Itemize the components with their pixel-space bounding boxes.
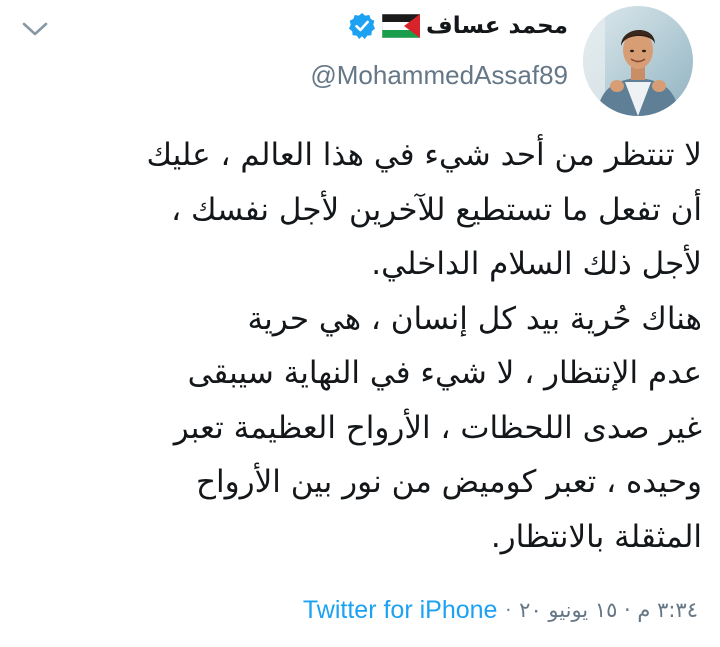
tweet-text-line: عدم الإنتظار ، لا شيء في النهاية سيبقى bbox=[187, 355, 702, 391]
tweet-text-line: هناك حُرية بيد كل إنسان ، هي حرية bbox=[247, 300, 703, 337]
tweet-text: لا تنتظر من أحد شيء في هذا العالم ، عليك… bbox=[12, 128, 702, 564]
verified-badge-icon bbox=[348, 12, 376, 40]
tweet-meta: ٣:٣٤ م · ١٥ يونيو ٢٠ · Twitter for iPhon… bbox=[303, 593, 698, 627]
tweet-text-line: لا تنتظر من أحد شيء في هذا العالم ، عليك bbox=[146, 137, 702, 173]
tweet-source-link[interactable]: Twitter for iPhone bbox=[303, 596, 498, 625]
tweet-text-line: أن تفعل ما تستطيع للآخرين لأجل نفسك ، bbox=[171, 191, 702, 228]
palestine-flag-icon bbox=[381, 13, 421, 39]
chevron-down-icon[interactable] bbox=[20, 18, 50, 40]
tweet-timestamp[interactable]: ٣:٣٤ م · ١٥ يونيو ٢٠ bbox=[519, 598, 698, 622]
tweet-text-line: المثقلة بالانتظار. bbox=[490, 518, 702, 555]
tweet-text-line: وحيده ، تعبر كوميض من نور بين الأرواح bbox=[196, 464, 702, 500]
author-display-name[interactable]: محمد عساف bbox=[426, 13, 568, 39]
tweet-text-line: لأجل ذلك السلام الداخلي. bbox=[371, 246, 702, 282]
meta-separator: · bbox=[505, 599, 512, 621]
avatar[interactable] bbox=[583, 6, 693, 116]
tweet-card: محمد عساف @MohammedAssaf89 لا تنتظر من أ… bbox=[0, 0, 720, 647]
tweet-text-line: غير صدى اللحظات ، الأرواح العظيمة تعبر bbox=[173, 409, 702, 446]
tweet-author-header: محمد عساف bbox=[348, 8, 568, 44]
author-handle[interactable]: @MohammedAssaf89 bbox=[310, 60, 568, 91]
